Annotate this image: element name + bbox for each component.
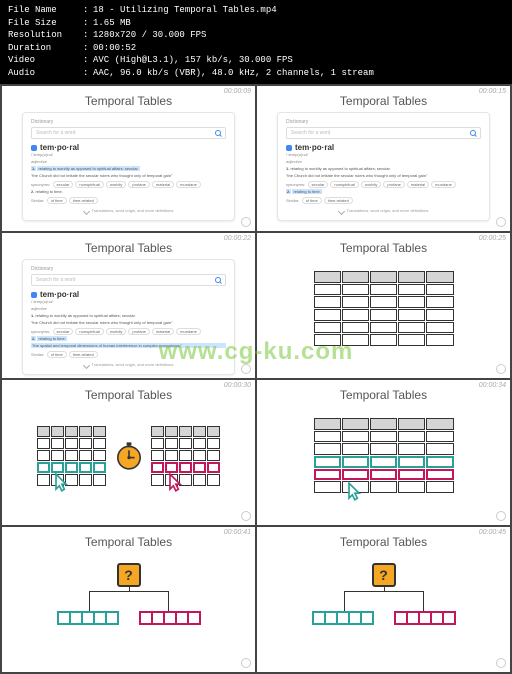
file-size-value: 1.65 MB bbox=[93, 17, 131, 30]
thumbnail[interactable]: 00:00:41 Temporal Tables ? bbox=[2, 527, 255, 672]
cursor-icon bbox=[165, 472, 185, 498]
table-graphic bbox=[314, 418, 454, 493]
tree-diagram: ? bbox=[257, 553, 510, 658]
file-size-label: File Size bbox=[8, 17, 83, 30]
thumbnail[interactable]: 00:00:30 Temporal Tables bbox=[2, 380, 255, 525]
timestamp: 00:00:22 bbox=[224, 235, 251, 242]
slide-title: Temporal Tables bbox=[2, 233, 255, 259]
dictionary-card: Dictionary Search for a word tem·po·ral … bbox=[22, 112, 235, 221]
chevron-down-icon bbox=[83, 362, 90, 369]
corner-icon bbox=[241, 658, 251, 668]
video-value: AVC (High@L3.1), 157 kb/s, 30.000 FPS bbox=[93, 54, 293, 67]
thumbnail[interactable]: 00:00:34 Temporal Tables bbox=[257, 380, 510, 525]
slide-title: Temporal Tables bbox=[2, 86, 255, 112]
slide-title: Temporal Tables bbox=[257, 527, 510, 553]
corner-icon bbox=[496, 658, 506, 668]
question-box: ? bbox=[372, 563, 396, 587]
question-box: ? bbox=[117, 563, 141, 587]
table-graphic bbox=[37, 426, 107, 486]
table-graphic bbox=[151, 426, 221, 486]
thumbnail[interactable]: 00:00:25 Temporal Tables bbox=[257, 233, 510, 378]
slide-title: Temporal Tables bbox=[257, 86, 510, 112]
timestamp: 00:00:34 bbox=[479, 382, 506, 389]
chevron-down-icon bbox=[83, 208, 90, 215]
timestamp: 00:00:25 bbox=[479, 235, 506, 242]
cursor-icon bbox=[344, 481, 364, 507]
row-strip bbox=[312, 611, 374, 625]
slide-title: Temporal Tables bbox=[2, 527, 255, 553]
slide-title: Temporal Tables bbox=[2, 380, 255, 406]
corner-icon bbox=[241, 511, 251, 521]
file-name-value: 18 - Utilizing Temporal Tables.mp4 bbox=[93, 4, 277, 17]
timestamp: 00:00:45 bbox=[479, 529, 506, 536]
timestamp: 00:00:15 bbox=[479, 88, 506, 95]
duration-label: Duration bbox=[8, 42, 83, 55]
corner-icon bbox=[241, 364, 251, 374]
file-name-label: File Name bbox=[8, 4, 83, 17]
search-icon bbox=[215, 130, 221, 136]
timestamp: 00:00:41 bbox=[224, 529, 251, 536]
corner-icon bbox=[496, 364, 506, 374]
table-graphic bbox=[314, 271, 454, 346]
cursor-icon bbox=[51, 472, 71, 498]
row-strip bbox=[394, 611, 456, 625]
thumbnail-grid: 00:00:09 Temporal Tables Dictionary Sear… bbox=[0, 84, 512, 674]
row-strip bbox=[139, 611, 201, 625]
timestamp: 00:00:09 bbox=[224, 88, 251, 95]
thumbnail[interactable]: 00:00:22 Temporal Tables Dictionary Sear… bbox=[2, 233, 255, 378]
resolution-value: 1280x720 / 30.000 FPS bbox=[93, 29, 206, 42]
speaker-icon bbox=[31, 292, 37, 298]
speaker-icon bbox=[31, 145, 37, 151]
row-strip bbox=[57, 611, 119, 625]
corner-icon bbox=[496, 217, 506, 227]
slide-title: Temporal Tables bbox=[257, 233, 510, 259]
tree-diagram: ? bbox=[2, 553, 255, 658]
slide-title: Temporal Tables bbox=[257, 380, 510, 406]
search-icon bbox=[470, 130, 476, 136]
dictionary-card: Dictionary Search for a word tem·po·ral … bbox=[22, 259, 235, 375]
chevron-down-icon bbox=[338, 208, 345, 215]
resolution-label: Resolution bbox=[8, 29, 83, 42]
stopwatch-icon bbox=[113, 440, 145, 472]
dictionary-card: Dictionary Search for a word tem·po·ral … bbox=[277, 112, 490, 221]
search-input: Search for a word bbox=[31, 127, 226, 139]
thumbnail[interactable]: 00:00:45 Temporal Tables ? bbox=[257, 527, 510, 672]
speaker-icon bbox=[286, 145, 292, 151]
search-icon bbox=[215, 277, 221, 283]
timestamp: 00:00:30 bbox=[224, 382, 251, 389]
video-label: Video bbox=[8, 54, 83, 67]
audio-value: AAC, 96.0 kb/s (VBR), 48.0 kHz, 2 channe… bbox=[93, 67, 374, 80]
audio-label: Audio bbox=[8, 67, 83, 80]
corner-icon bbox=[496, 511, 506, 521]
duration-value: 00:00:52 bbox=[93, 42, 136, 55]
corner-icon bbox=[241, 217, 251, 227]
file-info-header: File Name:18 - Utilizing Temporal Tables… bbox=[0, 0, 512, 84]
thumbnail[interactable]: 00:00:15 Temporal Tables Dictionary Sear… bbox=[257, 86, 510, 231]
thumbnail[interactable]: 00:00:09 Temporal Tables Dictionary Sear… bbox=[2, 86, 255, 231]
